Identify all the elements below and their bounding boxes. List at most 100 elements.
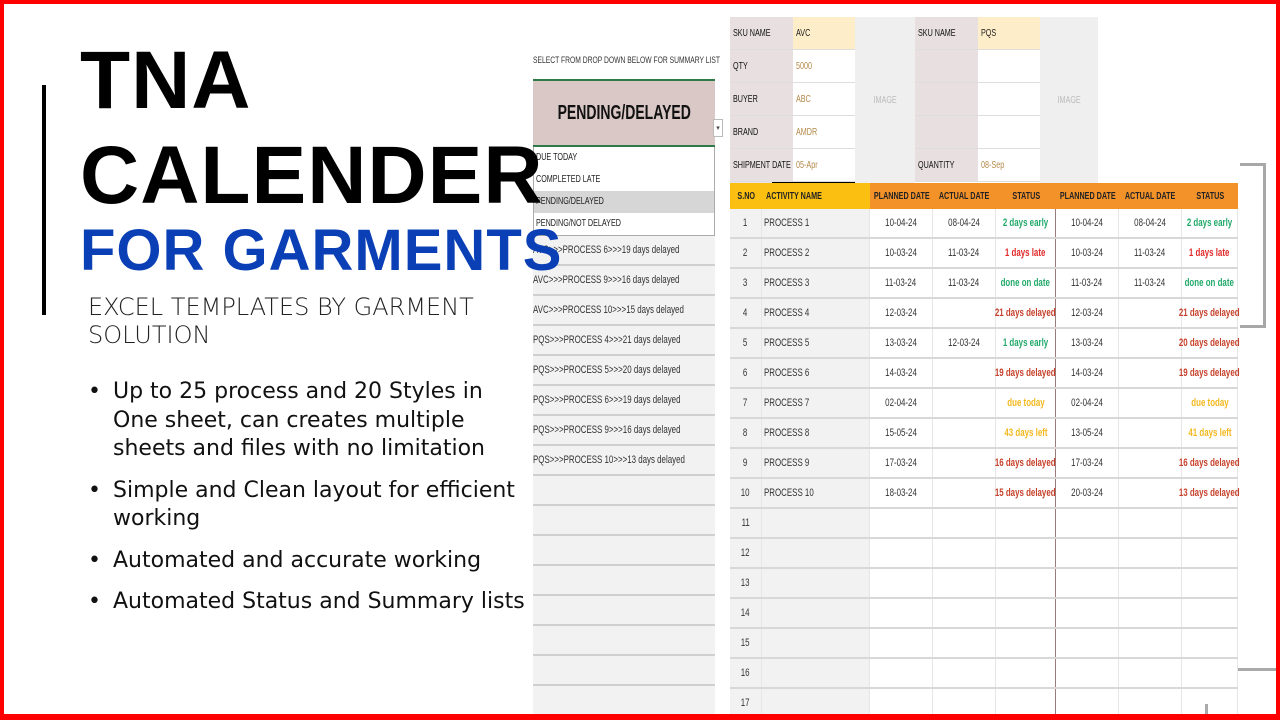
cell-status[interactable]: 19 days delayed xyxy=(1179,359,1240,387)
summary-row[interactable] xyxy=(533,536,715,566)
cell-actual-date[interactable] xyxy=(1119,509,1182,537)
info-value[interactable]: 5000 xyxy=(793,50,855,83)
cell-planned-date[interactable]: 20-03-24 xyxy=(1056,479,1119,507)
cell-status[interactable]: 2 days early xyxy=(1182,209,1238,237)
image-placeholder[interactable]: IMAGE xyxy=(1040,17,1098,183)
cell-planned-date[interactable]: 10-04-24 xyxy=(870,209,933,237)
summary-row[interactable]: PQS>>>PROCESS 4>>>21 days delayed xyxy=(533,326,715,356)
summary-row[interactable]: PQS>>>PROCESS 10>>>13 days delayed xyxy=(533,446,715,476)
cell-status[interactable]: 21 days delayed xyxy=(1179,299,1240,327)
cell-sno[interactable]: 6 xyxy=(730,359,762,387)
cell-actual-date[interactable]: 11-03-24 xyxy=(1119,239,1182,267)
cell-planned-date[interactable] xyxy=(870,599,933,627)
cell-planned-date[interactable] xyxy=(1056,599,1119,627)
cell-status[interactable]: 15 days delayed xyxy=(995,479,1056,507)
cell-planned-date[interactable]: 14-03-24 xyxy=(870,359,933,387)
cell-actual-date[interactable]: 11-03-24 xyxy=(1119,269,1182,297)
cell-planned-date[interactable] xyxy=(1056,659,1119,687)
info-value[interactable] xyxy=(978,50,1040,83)
cell-sno[interactable]: 5 xyxy=(730,329,762,357)
cell-status[interactable]: 13 days delayed xyxy=(1179,479,1240,507)
cell-actual-date[interactable] xyxy=(933,359,996,387)
cell-status[interactable] xyxy=(1182,599,1238,627)
cell-activity[interactable]: PROCESS 1 xyxy=(762,209,870,237)
cell-planned-date[interactable] xyxy=(1056,689,1119,717)
cell-planned-date[interactable]: 10-03-24 xyxy=(870,239,933,267)
cell-activity[interactable]: PROCESS 5 xyxy=(762,329,870,357)
cell-planned-date[interactable]: 11-03-24 xyxy=(1056,269,1119,297)
cell-planned-date[interactable]: 13-03-24 xyxy=(1056,329,1119,357)
cell-status[interactable] xyxy=(1182,539,1238,567)
cell-planned-date[interactable]: 02-04-24 xyxy=(870,389,933,417)
cell-planned-date[interactable] xyxy=(870,539,933,567)
info-value[interactable]: AMDR xyxy=(793,116,855,149)
info-value[interactable]: 05-Apr xyxy=(793,149,855,182)
cell-sno[interactable]: 17 xyxy=(730,689,762,717)
summary-row[interactable]: PQS>>>PROCESS 9>>>16 days delayed xyxy=(533,416,715,446)
cell-planned-date[interactable] xyxy=(870,509,933,537)
cell-activity[interactable] xyxy=(762,599,870,627)
cell-planned-date[interactable]: 12-03-24 xyxy=(1056,299,1119,327)
cell-sno[interactable]: 7 xyxy=(730,389,762,417)
cell-actual-date[interactable] xyxy=(1119,539,1182,567)
cell-planned-date[interactable]: 13-05-24 xyxy=(1056,419,1119,447)
summary-row[interactable]: AVC>>>PROCESS 10>>>15 days delayed xyxy=(533,296,715,326)
summary-row[interactable] xyxy=(533,506,715,536)
cell-activity[interactable]: PROCESS 7 xyxy=(762,389,870,417)
cell-sno[interactable]: 8 xyxy=(730,419,762,447)
cell-status[interactable]: 43 days left xyxy=(996,419,1056,447)
cell-status[interactable]: 1 days early xyxy=(996,329,1056,357)
cell-status[interactable] xyxy=(996,659,1056,687)
cell-status[interactable] xyxy=(1182,569,1238,597)
summary-row[interactable] xyxy=(533,596,715,626)
cell-activity[interactable]: PROCESS 10 xyxy=(762,479,870,507)
cell-status[interactable] xyxy=(1182,689,1238,717)
cell-status[interactable] xyxy=(1182,659,1238,687)
cell-status[interactable]: done on date xyxy=(996,269,1056,297)
cell-actual-date[interactable] xyxy=(1119,389,1182,417)
cell-sno[interactable]: 16 xyxy=(730,659,762,687)
cell-status[interactable]: 1 days late xyxy=(1182,239,1238,267)
cell-actual-date[interactable]: 11-03-24 xyxy=(933,269,996,297)
cell-planned-date[interactable]: 17-03-24 xyxy=(870,449,933,477)
summary-row[interactable] xyxy=(533,626,715,656)
cell-status[interactable] xyxy=(996,569,1056,597)
cell-actual-date[interactable] xyxy=(1119,689,1182,717)
summary-row[interactable] xyxy=(533,656,715,686)
cell-actual-date[interactable] xyxy=(1119,599,1182,627)
cell-actual-date[interactable]: 08-04-24 xyxy=(933,209,996,237)
cell-actual-date[interactable] xyxy=(1119,479,1182,507)
cell-status[interactable]: 2 days early xyxy=(996,209,1056,237)
cell-planned-date[interactable]: 10-04-24 xyxy=(1056,209,1119,237)
cell-sno[interactable]: 2 xyxy=(730,239,762,267)
cell-status[interactable]: 16 days delayed xyxy=(995,449,1056,477)
cell-actual-date[interactable] xyxy=(933,599,996,627)
cell-planned-date[interactable]: 02-04-24 xyxy=(1056,389,1119,417)
cell-sno[interactable]: 11 xyxy=(730,509,762,537)
cell-status[interactable]: 20 days delayed xyxy=(1179,329,1240,357)
cell-actual-date[interactable]: 12-03-24 xyxy=(933,329,996,357)
cell-activity[interactable] xyxy=(762,629,870,657)
cell-planned-date[interactable] xyxy=(870,689,933,717)
cell-planned-date[interactable] xyxy=(1056,509,1119,537)
cell-sno[interactable]: 12 xyxy=(730,539,762,567)
cell-planned-date[interactable] xyxy=(870,569,933,597)
dropdown-option-selected[interactable]: PENDING/DELAYED xyxy=(534,191,714,213)
dropdown-arrow-icon[interactable]: ▾ xyxy=(713,119,723,137)
cell-planned-date[interactable] xyxy=(1056,569,1119,597)
image-placeholder[interactable]: IMAGE xyxy=(855,17,915,183)
cell-status[interactable] xyxy=(1182,629,1238,657)
info-value[interactable]: AVC xyxy=(793,17,855,50)
info-value[interactable] xyxy=(978,83,1040,116)
cell-actual-date[interactable] xyxy=(1119,299,1182,327)
cell-sno[interactable]: 4 xyxy=(730,299,762,327)
cell-activity[interactable]: PROCESS 3 xyxy=(762,269,870,297)
cell-activity[interactable]: PROCESS 9 xyxy=(762,449,870,477)
summary-row[interactable] xyxy=(533,476,715,506)
cell-planned-date[interactable]: 11-03-24 xyxy=(870,269,933,297)
cell-planned-date[interactable] xyxy=(1056,629,1119,657)
info-value[interactable]: ABC xyxy=(793,83,855,116)
cell-actual-date[interactable] xyxy=(933,299,996,327)
summary-row[interactable] xyxy=(533,686,715,716)
cell-activity[interactable]: PROCESS 4 xyxy=(762,299,870,327)
